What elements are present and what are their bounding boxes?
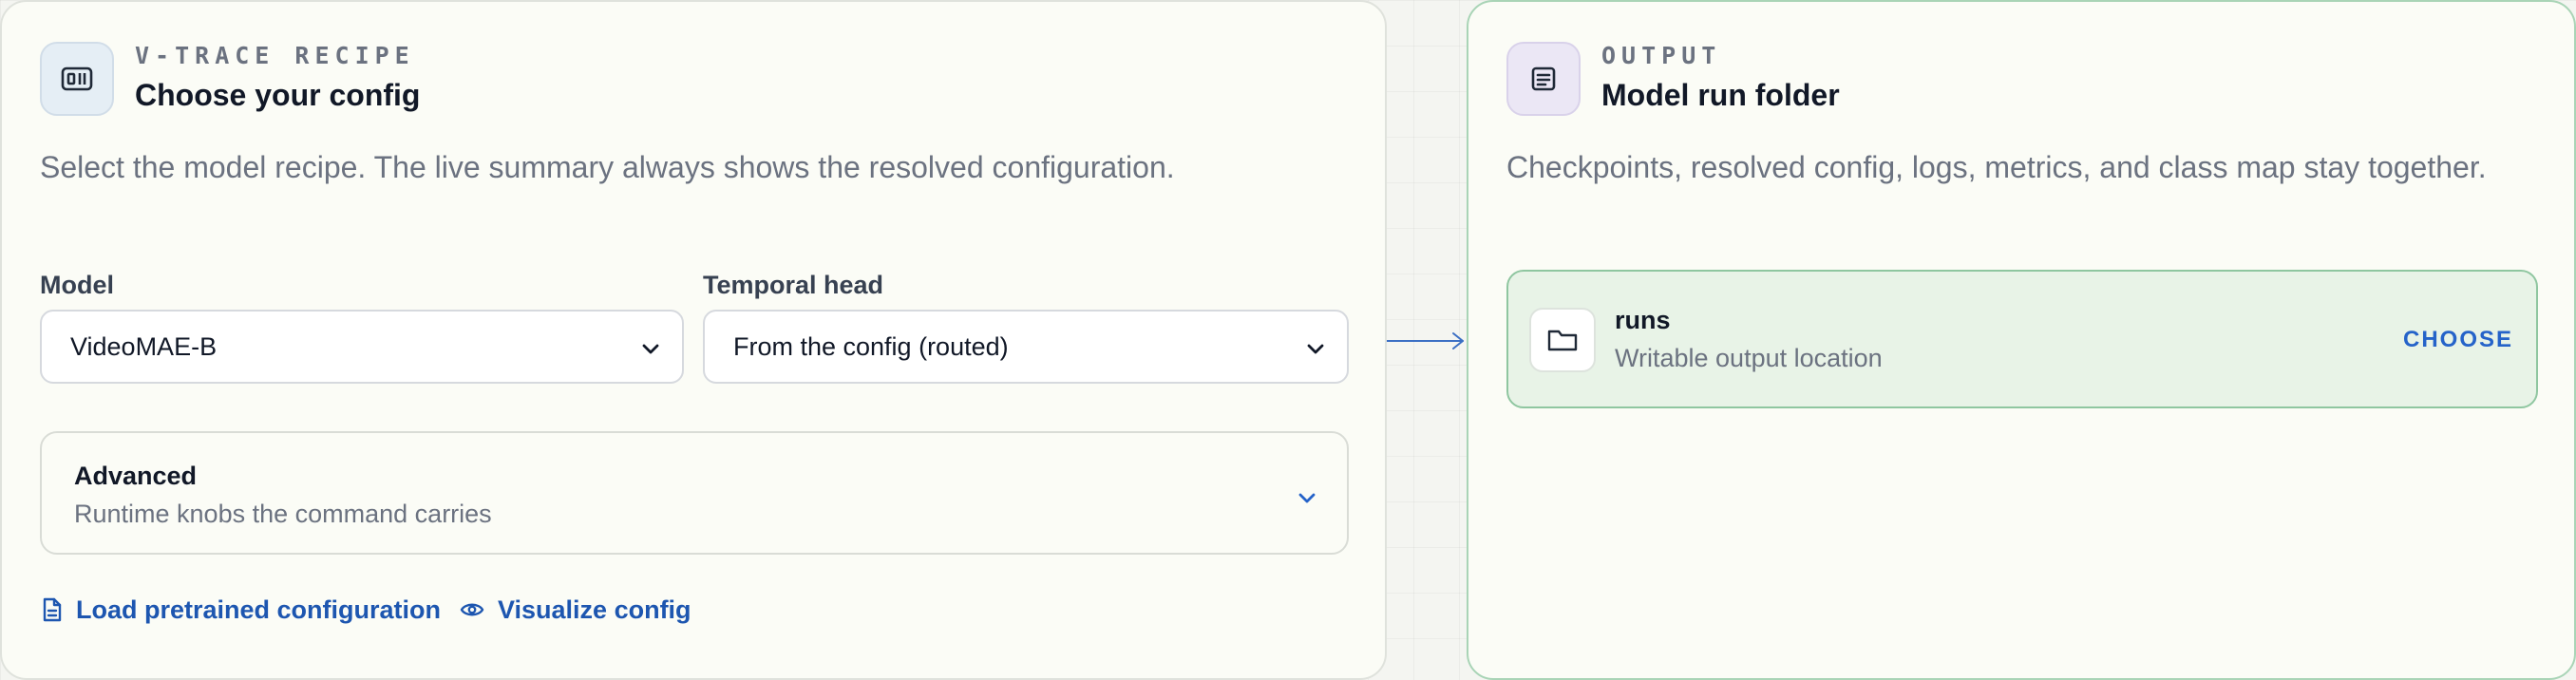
load-pretrained-link[interactable]: Load pretrained configuration	[42, 591, 441, 629]
model-label: Model	[40, 271, 114, 299]
choose-folder-button[interactable]: CHOOSE	[2403, 327, 2513, 353]
output-description: Checkpoints, resolved config, logs, metr…	[1506, 150, 2487, 184]
chevron-down-icon	[1307, 344, 1324, 354]
chevron-down-icon	[1298, 493, 1316, 503]
flow-arrow-icon	[1387, 332, 1464, 349]
recipe-card: V-TRACE RECIPE Choose your config Select…	[0, 0, 1387, 680]
output-eyebrow: OUTPUT	[1601, 42, 1722, 69]
file-text-icon	[43, 597, 62, 622]
model-select[interactable]: VideoMAE-B	[40, 310, 684, 384]
temporal-head-select-value: From the config (routed)	[733, 331, 1009, 361]
eye-icon	[460, 603, 484, 616]
output-folder-name: runs	[1615, 306, 1671, 334]
visualize-config-link[interactable]: Visualize config	[460, 591, 691, 629]
recipe-description: Select the model recipe. The live summar…	[40, 150, 1175, 184]
temporal-head-label: Temporal head	[703, 271, 884, 299]
chevron-down-icon	[642, 344, 659, 354]
output-folder-picker[interactable]: runs Writable output location CHOOSE	[1506, 270, 2538, 408]
recipe-title: Choose your config	[135, 78, 421, 112]
advanced-subtitle: Runtime knobs the command carries	[74, 500, 492, 528]
recipe-eyebrow: V-TRACE RECIPE	[135, 42, 415, 69]
advanced-section-toggle[interactable]: Advanced Runtime knobs the command carri…	[40, 431, 1349, 555]
advanced-title: Advanced	[74, 462, 198, 490]
output-folder-subtitle: Writable output location	[1615, 344, 1883, 372]
output-title: Model run folder	[1601, 78, 1840, 112]
config-panel-icon	[40, 42, 114, 116]
temporal-head-select[interactable]: From the config (routed)	[703, 310, 1349, 384]
visualize-config-label: Visualize config	[498, 595, 691, 624]
document-icon	[1506, 42, 1581, 116]
output-card: OUTPUT Model run folder Checkpoints, res…	[1467, 0, 2576, 680]
model-select-value: VideoMAE-B	[70, 331, 218, 361]
folder-icon	[1529, 308, 1596, 372]
load-pretrained-label: Load pretrained configuration	[76, 595, 442, 624]
